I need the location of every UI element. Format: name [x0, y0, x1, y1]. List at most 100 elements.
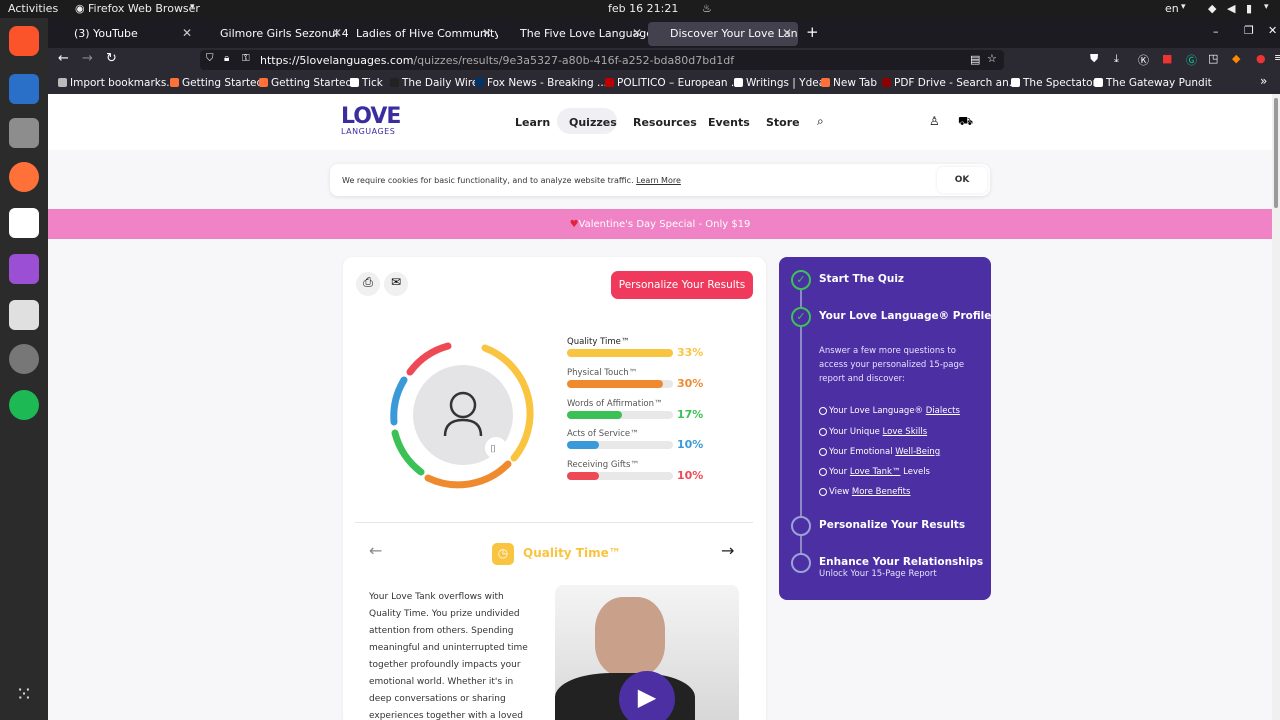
- bookmark-item[interactable]: The Daily Wire: [390, 77, 478, 89]
- promo-banner[interactable]: ♥Valentine's Day Special - Only $19: [48, 209, 1272, 239]
- bookmark-star-icon[interactable]: ☆: [987, 52, 997, 65]
- nav-events[interactable]: Events: [708, 116, 750, 129]
- firefox-icon[interactable]: [9, 162, 39, 192]
- ydea-icon: [734, 78, 743, 87]
- more-bookmarks-icon[interactable]: »: [1260, 74, 1267, 88]
- minimize-button[interactable]: –: [1213, 25, 1219, 38]
- reader-view-icon[interactable]: ▤: [970, 53, 980, 66]
- bookmark-item[interactable]: PDF Drive - Search an...: [882, 77, 1019, 89]
- benefit-link[interactable]: Dialects: [926, 406, 960, 416]
- search-icon[interactable]: ⌕: [817, 114, 824, 129]
- settings-icon[interactable]: [9, 344, 39, 374]
- scrollbar-thumb[interactable]: [1274, 98, 1278, 208]
- bookmark-item[interactable]: Getting Started: [170, 77, 263, 89]
- files-icon[interactable]: [9, 118, 39, 148]
- clock[interactable]: feb 16 21:21: [608, 2, 678, 15]
- cookie-banner: We require cookies for basic functionali…: [330, 164, 990, 196]
- extension-k-icon[interactable]: Ⓚ: [1138, 52, 1149, 68]
- check-icon: ✓: [791, 307, 811, 327]
- email-icon[interactable]: ✉: [384, 272, 408, 296]
- cart-icon[interactable]: ⛟: [958, 114, 973, 130]
- spectator-icon: [1011, 78, 1020, 87]
- restore-button[interactable]: ❐: [1244, 24, 1254, 37]
- media-player-icon[interactable]: [9, 254, 39, 284]
- bookmark-item[interactable]: The Spectator: [1011, 77, 1097, 89]
- site-logo[interactable]: LOVE LANGUAGES: [341, 106, 401, 136]
- prev-arrow[interactable]: ←: [369, 541, 382, 560]
- benefit-link[interactable]: Well-Being: [895, 447, 940, 457]
- spotify-icon[interactable]: [9, 390, 39, 420]
- bookmark-item[interactable]: The Gateway Pundit: [1094, 77, 1212, 89]
- personalize-results-button[interactable]: Personalize Your Results: [611, 271, 753, 299]
- account-icon[interactable]: ♙: [929, 114, 940, 128]
- wikipedia-icon: [504, 28, 515, 39]
- print-icon[interactable]: ⎙: [356, 272, 380, 296]
- tab-five-love-languages[interactable]: The Five Love Languages ✕: [498, 22, 648, 46]
- tab-gilmore[interactable]: Gilmore Girls Sezonul 4 E ✕: [198, 22, 348, 46]
- extension-red-icon[interactable]: ●: [1256, 52, 1266, 65]
- fox-news-icon: [475, 78, 484, 87]
- benefit-link[interactable]: Love Tank™: [850, 467, 901, 477]
- nav-store[interactable]: Store: [766, 116, 800, 129]
- play-icon[interactable]: ▶: [619, 671, 675, 720]
- close-icon[interactable]: ✕: [482, 26, 492, 40]
- bookmark-item[interactable]: Getting Started: [259, 77, 352, 89]
- extension-badge-icon[interactable]: ■: [1162, 52, 1172, 65]
- clock-icon: ◷: [492, 543, 514, 565]
- tab-youtube[interactable]: (3) YouTube ✕: [52, 22, 198, 46]
- download-icon[interactable]: ⤓: [1114, 52, 1119, 66]
- grammarly-icon[interactable]: Ⓖ: [1186, 52, 1197, 68]
- nav-resources[interactable]: Resources: [633, 116, 697, 129]
- reload-button[interactable]: ↻: [106, 51, 117, 66]
- next-arrow[interactable]: →: [721, 541, 734, 560]
- volume-icon[interactable]: ◀: [1227, 2, 1235, 15]
- url-bar[interactable]: ⛉ 🔒︎ ⚿ https://5lovelanguages.com/quizze…: [200, 50, 1004, 70]
- result-track: [567, 349, 673, 357]
- detail-title: Quality Time™: [523, 546, 621, 560]
- battery-icon[interactable]: ▮: [1246, 2, 1252, 15]
- bookmark-item[interactable]: Writings | Ydea: [734, 77, 825, 89]
- permissions-icon: ⚿: [242, 53, 250, 64]
- writer-icon[interactable]: [9, 74, 39, 104]
- bookmark-item[interactable]: New Tab: [821, 77, 877, 89]
- close-icon[interactable]: ✕: [332, 26, 342, 40]
- new-tab-button[interactable]: +: [806, 23, 819, 41]
- back-button[interactable]: ←: [58, 51, 69, 66]
- cookie-ok-button[interactable]: OK: [937, 167, 987, 193]
- close-icon[interactable]: ✕: [632, 26, 642, 40]
- camera-icon[interactable]: [485, 437, 507, 459]
- wifi-icon[interactable]: ◆: [1208, 2, 1216, 15]
- bookmark-item[interactable]: Import bookmarks...: [58, 77, 176, 89]
- bookmark-item[interactable]: Fox News - Breaking ...: [475, 77, 607, 89]
- extension-icon[interactable]: ◳: [1208, 52, 1218, 65]
- tab-hive[interactable]: Ladies of Hive Community C ✕: [348, 22, 498, 46]
- app-grid-icon[interactable]: ⁙: [9, 682, 39, 712]
- nav-learn[interactable]: Learn: [515, 116, 550, 129]
- app-name[interactable]: Firefox Web Browser: [88, 2, 200, 15]
- nav-quizzes[interactable]: Quizzes: [569, 116, 617, 129]
- bookmark-item[interactable]: POLITICO – European ...: [605, 77, 741, 89]
- language-indicator[interactable]: en: [1165, 2, 1179, 15]
- video-thumbnail[interactable]: ▶: [555, 585, 739, 720]
- forward-button[interactable]: →: [82, 51, 93, 66]
- benefit-link[interactable]: Love Skills: [883, 427, 928, 437]
- close-icon[interactable]: ✕: [782, 26, 792, 40]
- camera-glyph: ⌷: [490, 444, 496, 455]
- tab-favicon: [654, 28, 665, 39]
- benefit-link[interactable]: More Benefits: [852, 487, 911, 497]
- cookie-learn-more-link[interactable]: Learn More: [636, 176, 681, 185]
- extension-fox-icon[interactable]: ◆: [1232, 52, 1240, 65]
- chevron-down-icon: ▾: [1264, 2, 1269, 12]
- solitaire-icon[interactable]: [9, 208, 39, 238]
- installer-icon[interactable]: [9, 300, 39, 330]
- window-close-button[interactable]: ✕: [1268, 24, 1277, 37]
- activities-button[interactable]: Activities: [8, 2, 58, 15]
- tab-discover-love-language[interactable]: Discover Your Love Langu ✕: [648, 22, 798, 46]
- menu-icon[interactable]: ≡: [1274, 51, 1280, 64]
- scrollbar[interactable]: [1272, 94, 1280, 720]
- brave-icon[interactable]: [9, 26, 39, 56]
- ring-segment-acts: [390, 376, 408, 426]
- pocket-icon[interactable]: ⛊: [1090, 52, 1098, 66]
- bookmark-item[interactable]: Tick: [350, 77, 383, 89]
- close-icon[interactable]: ✕: [182, 26, 192, 40]
